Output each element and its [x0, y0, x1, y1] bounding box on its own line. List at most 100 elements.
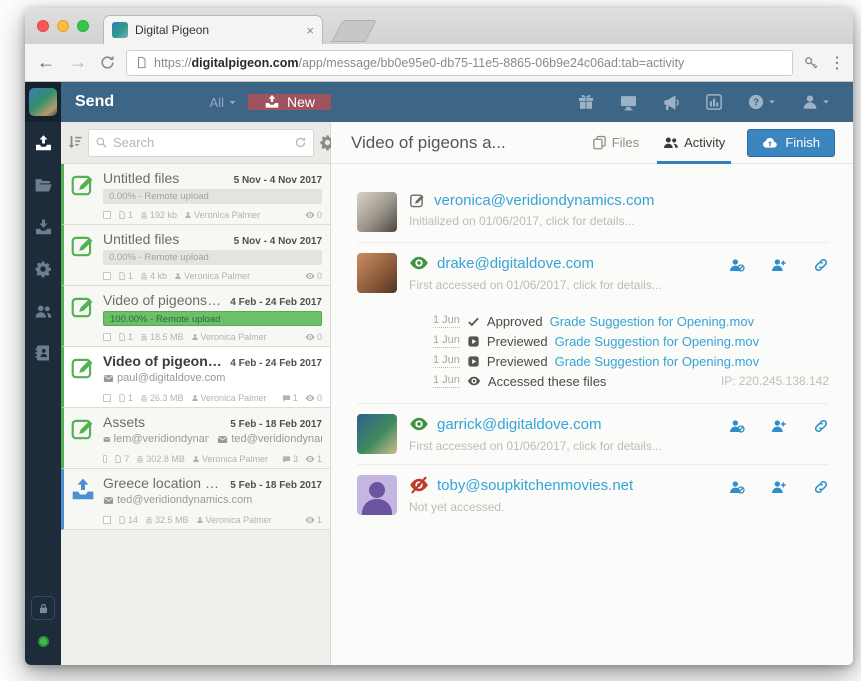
announcements-button[interactable]: [662, 93, 681, 112]
new-tab-button[interactable]: [331, 20, 377, 42]
recipient-email-link[interactable]: toby@soupkitchenmovies.net: [437, 477, 633, 494]
user-icon: [801, 93, 819, 111]
activity-entry: drake@digitaldove.com First accessed on …: [357, 243, 829, 404]
key-icon[interactable]: [803, 55, 819, 71]
entry-status[interactable]: Initialized on 01/06/2017, click for det…: [409, 214, 829, 228]
list-item-selected[interactable]: Video of pigeons a... 4 Feb - 24 Feb 2017…: [61, 347, 330, 408]
forward-icon: →: [69, 52, 87, 72]
refresh-icon[interactable]: [294, 136, 307, 149]
filter-dropdown[interactable]: All: [210, 95, 248, 110]
mail-icon: [217, 434, 228, 445]
comments-icon: [282, 394, 291, 403]
sender-email-link[interactable]: veronica@veridiondynamics.com: [434, 192, 654, 209]
sidebar-item-send[interactable]: [25, 122, 61, 164]
item-date-range: 5 Feb - 18 Feb 2017: [230, 419, 322, 430]
sidebar-item-files[interactable]: [25, 164, 61, 206]
event-date[interactable]: 1 Jun: [433, 334, 460, 348]
account-menu[interactable]: [801, 93, 831, 111]
activity-feed: veronica@veridiondynamics.com Initialize…: [331, 164, 853, 525]
new-button[interactable]: New: [247, 94, 331, 110]
recipient-email-link[interactable]: garrick@digitaldove.com: [437, 416, 601, 433]
progress-bar: 0.00% - Remote upload: [103, 250, 322, 265]
search-icon: [95, 136, 108, 149]
block-user-icon[interactable]: [729, 418, 745, 434]
item-date-range: 4 Feb - 24 Feb 2017: [230, 297, 322, 308]
item-checkbox[interactable]: [103, 455, 108, 463]
entry-status[interactable]: First accessed on 01/06/2017, click for …: [409, 439, 717, 453]
viewed-eye-icon: [409, 253, 429, 273]
copy-link-icon[interactable]: [813, 479, 829, 495]
desktop-app-button[interactable]: [619, 93, 638, 112]
event-action: Previewed: [486, 333, 548, 349]
search-input[interactable]: [113, 135, 289, 150]
event-date[interactable]: 1 Jun: [433, 354, 460, 368]
person-icon: [191, 394, 199, 402]
browser-tab[interactable]: Digital Pigeon ×: [103, 15, 323, 44]
help-menu[interactable]: [747, 93, 777, 111]
browser-menu-icon[interactable]: ⋮: [829, 53, 845, 73]
help-icon: [747, 93, 765, 111]
event-file-link[interactable]: Grade Suggestion for Opening.mov: [550, 314, 755, 329]
back-icon[interactable]: ←: [35, 52, 57, 73]
event-date[interactable]: 1 Jun: [433, 314, 460, 328]
stats-button[interactable]: [705, 93, 723, 111]
view-count: 0: [316, 271, 322, 281]
list-item[interactable]: Assets 5 Feb - 18 Feb 2017 lem@veridiondy…: [61, 408, 330, 469]
tab-files[interactable]: Files: [580, 122, 651, 164]
sidebar-item-team[interactable]: [25, 290, 61, 332]
add-user-icon[interactable]: [771, 257, 787, 273]
event-action: Approved: [486, 313, 543, 329]
entry-status[interactable]: First accessed on 01/06/2017, click for …: [409, 278, 717, 292]
app-logo: [29, 88, 57, 116]
url-host: digitalpigeon.com: [191, 55, 299, 70]
rewards-button[interactable]: [577, 93, 595, 111]
app-logo-wrap[interactable]: [25, 82, 61, 122]
reload-icon[interactable]: [99, 54, 116, 71]
event-file-link[interactable]: Grade Suggestion for Opening.mov: [555, 334, 760, 349]
sort-button[interactable]: [66, 134, 83, 152]
sidebar-item-contacts[interactable]: [25, 332, 61, 374]
entry-status: Not yet accessed.: [409, 500, 505, 514]
list-item[interactable]: Video of pigeons an... 4 Feb - 24 Feb 201…: [61, 286, 330, 347]
block-user-icon[interactable]: [729, 257, 745, 273]
item-checkbox[interactable]: [103, 211, 111, 219]
lock-icon: [37, 602, 50, 615]
upload-tray-icon: [264, 94, 280, 110]
event-row: 1 Jun Accessed these files IP: 220.245.1…: [433, 371, 829, 391]
app: Send All New Search Untitled files 5 Nov…: [25, 82, 853, 665]
finish-button[interactable]: Finish: [747, 128, 835, 157]
top-nav: Send All New: [61, 82, 853, 122]
lock-button[interactable]: [31, 596, 55, 620]
event-date[interactable]: 1 Jun: [433, 374, 460, 388]
copy-link-icon[interactable]: [813, 418, 829, 434]
list-item[interactable]: Untitled files 5 Nov - 4 Nov 2017 0.00% -…: [61, 225, 330, 286]
item-checkbox[interactable]: [103, 333, 111, 341]
tab-close-icon[interactable]: ×: [306, 23, 314, 38]
copy-link-icon[interactable]: [813, 257, 829, 273]
sidebar-item-receive[interactable]: [25, 206, 61, 248]
item-title: Video of pigeons a...: [103, 353, 224, 369]
tab-activity[interactable]: Activity: [651, 122, 737, 164]
item-title: Assets: [103, 414, 146, 430]
url-bar[interactable]: https://digitalpigeon.com/app/message/bb…: [126, 49, 793, 76]
size-icon: [140, 211, 148, 219]
add-user-icon[interactable]: [771, 418, 787, 434]
event-file-link[interactable]: Grade Suggestion for Opening.mov: [555, 354, 760, 369]
block-user-icon[interactable]: [729, 479, 745, 495]
list-item[interactable]: Greece location sco... 5 Feb - 18 Feb 201…: [61, 469, 330, 530]
close-window-button[interactable]: [37, 20, 49, 32]
recipient-email-link[interactable]: drake@digitaldove.com: [437, 255, 594, 272]
mail-icon: [103, 373, 114, 384]
minimize-window-button[interactable]: [57, 20, 69, 32]
item-checkbox[interactable]: [103, 394, 111, 402]
activity-people-icon: [663, 135, 679, 151]
sidebar-item-settings[interactable]: [25, 248, 61, 290]
not-viewed-eye-slash-icon: [409, 475, 429, 495]
list-item[interactable]: Untitled files 5 Nov - 4 Nov 2017 0.00% -…: [61, 164, 330, 225]
item-checkbox[interactable]: [103, 272, 111, 280]
view-count: 0: [316, 210, 322, 220]
item-checkbox[interactable]: [103, 516, 111, 524]
zoom-window-button[interactable]: [77, 20, 89, 32]
list-toolbar: [61, 122, 330, 164]
add-user-icon[interactable]: [771, 479, 787, 495]
